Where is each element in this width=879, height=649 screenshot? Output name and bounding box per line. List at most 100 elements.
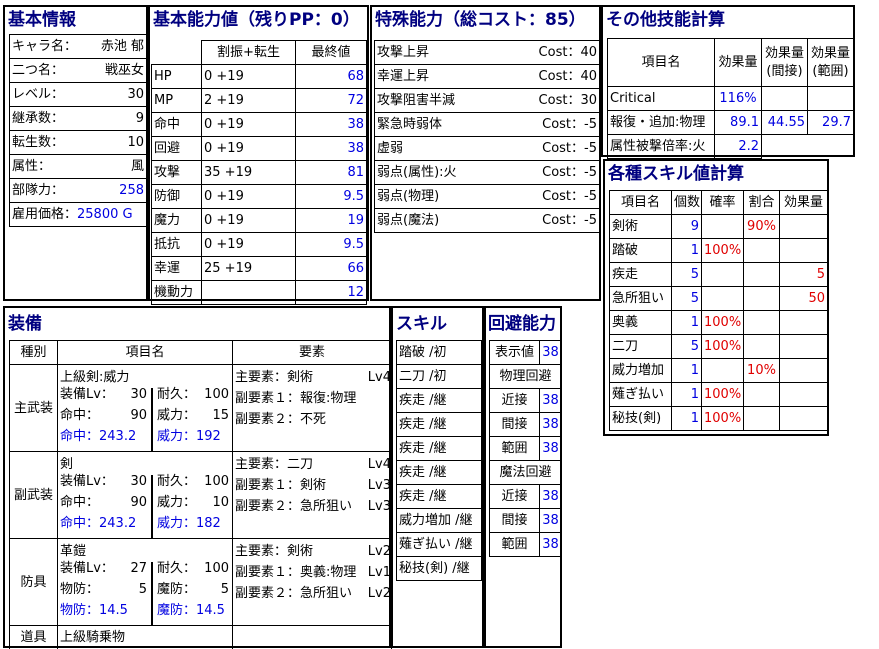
table-row: 範囲 38 [489, 532, 562, 557]
skill-calc-panel: 各種スキル値計算 項目名 個数 確率 割合 効果量 剣術 9 90% 踏破 1 100% 疾… [603, 159, 829, 436]
table-row: HP 0 +19 68 [151, 64, 367, 89]
ability-name: 抵抗 [151, 232, 202, 257]
table-row: 範囲 38 [489, 436, 562, 461]
stat-total: 命中：243.2 [60, 516, 137, 531]
ability-header-final: 最終値 [295, 40, 367, 65]
skill-calc-ratio [743, 310, 780, 335]
special-name: 攻撃上昇 [374, 40, 502, 65]
basic-label: 部隊力： [9, 178, 77, 203]
special-name: 弱点(物理) [374, 184, 502, 209]
equip-kind: 副武装 [9, 451, 58, 539]
basic-value: 30 [76, 82, 147, 107]
table-row: 攻撃阻害半減 Cost：30 [374, 88, 600, 113]
special-cost: Cost：40 [501, 64, 600, 89]
skill-item: 秘技(剣) /継 [396, 556, 482, 581]
skill-item: 薙ぎ払い /継 [396, 532, 482, 557]
ability-name: 防御 [151, 184, 202, 209]
skill-calc-count: 5 [671, 262, 702, 287]
skill-calc-header-count: 個数 [671, 190, 702, 215]
skill-calc-ratio: 10% [743, 358, 780, 383]
table-row: 防具 革鎧 装備Lv： 27 耐久： 100 物防： 5 魔防： 5 物防：14.5 魔防：14.5 主… [9, 538, 392, 626]
skill-calc-ratio [743, 382, 780, 407]
equip-item-cell: 剣装備Lv： 30 耐久： 100 命中： 90 威力： 10 命中：243.2 威力：182 [57, 451, 233, 539]
skill-calc-rate: 100% [701, 406, 744, 431]
stat-value: 100 [204, 561, 229, 576]
basic-info-title: 基本情報 [8, 10, 76, 30]
stat-label: 耐久： [157, 474, 197, 489]
equip-elements-cell: 主要素：剣術 Lv2 副要素１：奥義:物理 Lv1 副要素２：急所狙い Lv2 [232, 538, 392, 626]
ability-final: 81 [295, 160, 367, 185]
equip-kind: 防具 [9, 538, 58, 626]
equip-stats-row1: 装備Lv： 27 耐久： 100 [60, 562, 232, 583]
skill-calc-count: 1 [671, 358, 702, 383]
stat-value: 30 [130, 387, 147, 402]
basic-label: 雇用価格： [12, 207, 78, 222]
equip-sub-element-2: 副要素２：急所狙い Lv2 [235, 586, 391, 601]
table-row: 弱点(物理) Cost：-5 [374, 184, 600, 209]
evasion-value: 38 [539, 484, 562, 509]
skill-calc-name: 二刀 [609, 334, 672, 359]
ability-alloc: 35 +19 [201, 160, 296, 185]
stat-label: 命中： [60, 495, 100, 510]
skill-calc-rate [701, 262, 744, 287]
skill-calc-effect [779, 334, 828, 359]
skill-calc-effect: 5 [779, 262, 828, 287]
table-row: 威力増加 /継 [396, 508, 482, 533]
evasion-title: 回避能力 [488, 314, 556, 334]
stat-label: 耐久： [157, 387, 197, 402]
table-row: 疾走 5 5 [609, 262, 828, 287]
table-row: 近接 38 [489, 484, 562, 509]
skill-calc-rate [701, 286, 744, 311]
skill-item: 踏破 /初 [396, 340, 482, 365]
table-row: 物理回避 [489, 364, 562, 389]
skill-calc-rate [701, 358, 744, 383]
skill-calc-rate: 100% [701, 310, 744, 335]
ability-name: 攻撃 [151, 160, 202, 185]
skill-item: 疾走 /継 [396, 460, 482, 485]
ability-name: 機動力 [151, 280, 202, 305]
basic-value: 258 [76, 178, 147, 203]
ability-alloc: 0 +19 [201, 184, 296, 209]
ability-alloc: 25 +19 [201, 256, 296, 281]
equip-stats-row2: 命中： 90 威力： 15 [60, 409, 232, 430]
equip-main-element: 主要素：剣術 Lv4 [235, 370, 391, 385]
basic-value: 10 [76, 130, 147, 155]
special-name: 幸運上昇 [374, 64, 502, 89]
table-row: 奥義 1 100% [609, 310, 828, 335]
table-row: 攻撃 35 +19 81 [151, 160, 367, 185]
equip-main-element: 主要素：剣術 Lv2 [235, 544, 391, 559]
other-header-item: 項目名 [607, 38, 715, 87]
equip-header-elements: 要素 [232, 340, 392, 365]
skill-calc-ratio [743, 406, 780, 431]
ability-name: HP [151, 64, 202, 89]
table-row: 攻撃上昇 Cost：40 [374, 40, 600, 65]
equip-kind: 主武装 [9, 364, 58, 452]
table-row: 秘技(剣) 1 100% [609, 406, 828, 431]
basic-label: 二つ名： [9, 58, 77, 83]
equip-tool-name: 上級騎乗物 [57, 625, 233, 649]
skill-calc-header-name: 項目名 [609, 190, 672, 215]
skill-calc-name: 奥義 [609, 310, 672, 335]
ability-final: 72 [295, 88, 367, 113]
table-row: 二つ名： 戦巫女 [9, 58, 147, 83]
evasion-label: 間接 [489, 508, 540, 533]
recover-value-indirect: 44.55 [761, 110, 808, 135]
skill-calc-ratio [743, 238, 780, 263]
ability-alloc: 0 +19 [201, 208, 296, 233]
stat-value: 90 [130, 495, 147, 510]
stat-label: 魔防： [157, 582, 197, 597]
table-row: レベル： 30 [9, 82, 147, 107]
evasion-value: 38 [539, 532, 562, 557]
equip-stats-row3: 物防：14.5 魔防：14.5 [60, 604, 232, 625]
basic-label: 継承数： [9, 106, 77, 131]
ability-final: 38 [295, 136, 367, 161]
stat-value: 5 [138, 582, 147, 597]
equip-main-element: 主要素：二刀 Lv4 [235, 457, 391, 472]
evasion-group-label: 物理回避 [489, 364, 562, 389]
equip-stats-row3: 命中：243.2 威力：182 [60, 517, 232, 538]
skill-item: 疾走 /継 [396, 484, 482, 509]
skill-calc-ratio: 90% [743, 214, 780, 239]
basic-label: 属性： [9, 154, 77, 179]
equip-sub-element-1: 副要素１：報復:物理 [235, 391, 357, 406]
table-row: 魔力 0 +19 19 [151, 208, 367, 233]
